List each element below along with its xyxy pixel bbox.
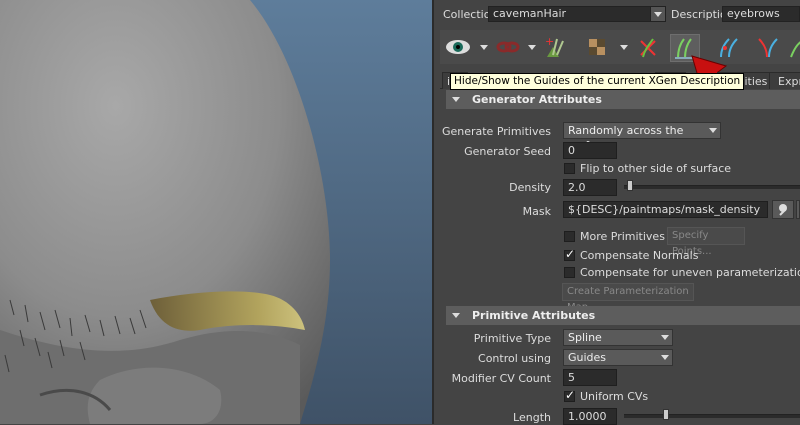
tab-expressions[interactable]: Expre — [769, 72, 800, 89]
modifier-cv-count-label: Modifier CV Count — [451, 372, 551, 385]
primitive-type-dropdown[interactable]: Spline — [563, 329, 673, 346]
collection-dropdown[interactable]: cavemanHair — [488, 6, 666, 22]
chevron-down-icon — [650, 7, 665, 21]
link-icon[interactable] — [494, 34, 522, 60]
tooltip: Hide/Show the Guides of the current XGen… — [450, 73, 745, 90]
compensate-normals-label: Compensate Normals — [580, 249, 699, 262]
add-primitive-icon[interactable]: + — [542, 34, 570, 60]
svg-text:+: + — [545, 35, 554, 48]
density-slider-handle[interactable] — [627, 180, 633, 191]
more-primitives-checkbox[interactable] — [564, 231, 575, 242]
compensate-uneven-checkbox[interactable] — [564, 267, 575, 278]
uniform-cvs-label: Uniform CVs — [580, 390, 649, 403]
attract-guides-icon[interactable] — [754, 34, 782, 60]
head-model-render — [0, 0, 432, 424]
brush-icon — [779, 203, 787, 216]
description-dropdown[interactable]: eyebrows — [722, 6, 800, 22]
length-slider-handle[interactable] — [663, 409, 669, 420]
density-input[interactable]: 2.0 — [563, 179, 617, 196]
control-using-label: Control using — [478, 352, 551, 365]
collapse-triangle-icon — [452, 313, 460, 318]
generate-primitives-dropdown[interactable]: Randomly across the surface — [563, 122, 721, 152]
density-label: Density — [509, 181, 551, 194]
texture-dropdown-icon[interactable] — [620, 45, 628, 50]
compensate-uneven-label: Compensate for uneven parameterization — [580, 266, 800, 279]
generator-seed-input[interactable]: 0 — [563, 142, 617, 159]
length-input[interactable]: 1.0000 — [563, 408, 617, 425]
link-dropdown-icon[interactable] — [528, 45, 536, 50]
mask-label: Mask — [522, 205, 551, 218]
primitive-attributes-header[interactable]: Primitive Attributes — [446, 306, 800, 325]
generator-seed-label: Generator Seed — [464, 145, 551, 158]
chevron-down-icon — [658, 331, 671, 344]
control-using-dropdown[interactable]: Guides — [563, 349, 673, 366]
eye-icon[interactable] — [444, 34, 472, 60]
control-using-value: Guides — [568, 351, 607, 364]
section-title: Primitive Attributes — [472, 309, 596, 322]
uniform-cvs-checkbox[interactable] — [564, 388, 575, 402]
eye-dropdown-icon[interactable] — [480, 45, 488, 50]
length-label: Length — [513, 411, 551, 424]
flip-label: Flip to other side of surface — [580, 162, 732, 175]
primitive-type-label: Primitive Type — [473, 332, 551, 345]
mask-extra-button[interactable] — [796, 200, 800, 219]
density-slider-track[interactable] — [624, 185, 800, 189]
flip-checkbox[interactable] — [564, 163, 575, 174]
chevron-down-icon — [658, 351, 671, 364]
create-parameterization-map-button[interactable]: Create Parameterization Map — [562, 283, 694, 313]
collection-value: cavemanHair — [493, 7, 567, 20]
collapse-triangle-icon — [452, 97, 460, 102]
delete-guide-icon[interactable] — [634, 34, 662, 60]
generate-primitives-label: Generate Primitives — [441, 125, 551, 138]
modifier-cv-count-input[interactable]: 5 — [563, 369, 617, 386]
guide-curve-icon[interactable] — [786, 34, 800, 60]
chevron-down-icon — [706, 124, 719, 137]
primitive-type-value: Spline — [568, 331, 602, 344]
specify-points-button[interactable]: Specify Points... — [667, 227, 745, 257]
viewport-3d[interactable] — [0, 0, 432, 424]
mask-tools-button[interactable] — [772, 200, 794, 219]
mask-input[interactable]: ${DESC}/paintmaps/mask_density — [563, 201, 768, 218]
section-title: Generator Attributes — [472, 93, 602, 106]
tab-label: Expre — [778, 75, 800, 88]
length-slider-track[interactable] — [624, 414, 800, 418]
more-primitives-label: More Primitives at — [580, 230, 680, 243]
compensate-normals-checkbox[interactable] — [564, 247, 575, 261]
generator-attributes-header[interactable]: Generator Attributes — [446, 90, 800, 109]
texture-icon[interactable] — [584, 34, 612, 60]
description-value: eyebrows — [727, 7, 780, 20]
